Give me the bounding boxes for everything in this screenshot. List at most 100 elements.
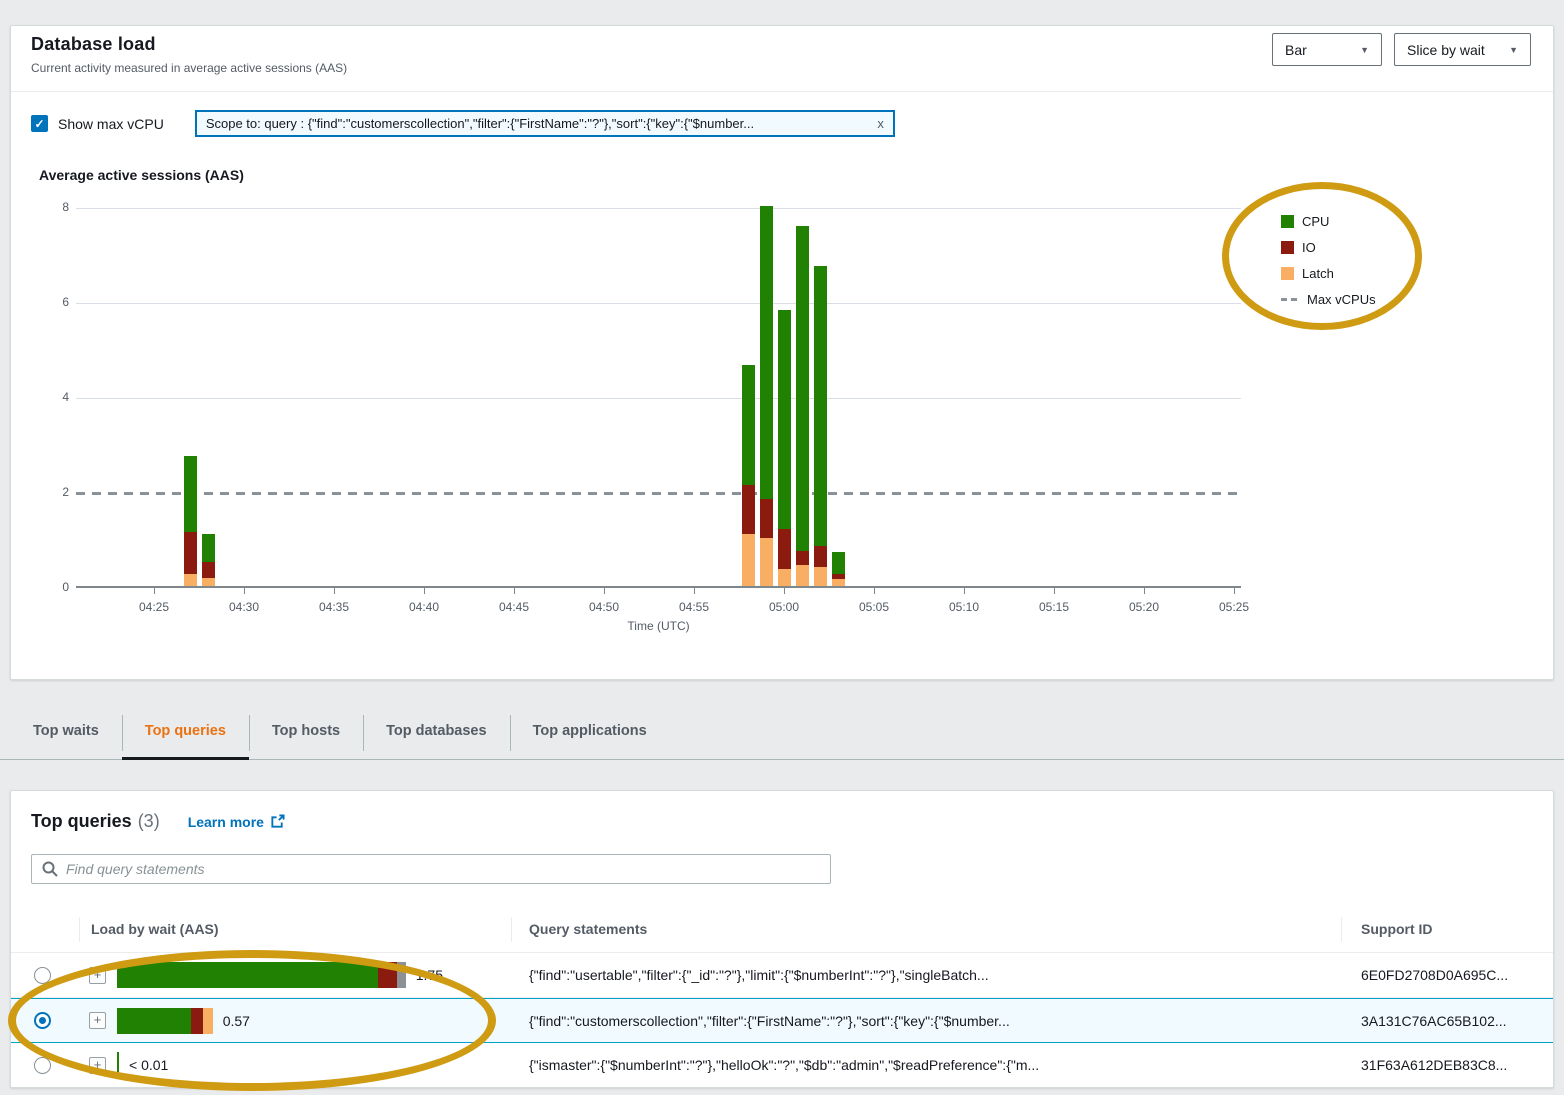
x-tick-mark (784, 588, 785, 594)
expand-row-icon[interactable]: + (89, 1012, 106, 1029)
x-tick-mark (244, 588, 245, 594)
y-tick-label: 0 (41, 580, 69, 594)
x-tick-mark (154, 588, 155, 594)
support-id: 6E0FD2708D0A695C... (1341, 967, 1553, 983)
table-row[interactable]: + < 0.01 {"ismaster":{"$numberInt":"?"},… (11, 1043, 1553, 1088)
chart-bar-segment[interactable] (202, 562, 215, 578)
chart-bar-segment[interactable] (742, 534, 755, 586)
search-icon (42, 861, 58, 877)
x-tick-mark (424, 588, 425, 594)
show-max-vcpu-checkbox[interactable]: ✓ (31, 115, 48, 132)
legend-item: Max vCPUs (1281, 292, 1376, 306)
scope-filter-text: Scope to: query : {"find":"customerscoll… (206, 116, 870, 131)
chart-bar-segment[interactable] (202, 578, 215, 586)
chart-bar-segment[interactable] (814, 546, 827, 567)
chart-bar-segment[interactable] (202, 534, 215, 562)
dashed-line-icon (1281, 298, 1301, 301)
tab-label: Top queries (145, 723, 226, 739)
show-max-vcpu-label: Show max vCPU (58, 116, 164, 132)
max-vcpus-line (76, 492, 1241, 495)
table-row[interactable]: + 1.75 {"find":"usertable","filter":{"_i… (11, 953, 1553, 998)
chart-bar-segment[interactable] (796, 565, 809, 586)
y-tick-label: 8 (41, 200, 69, 214)
legend-label: Latch (1302, 266, 1334, 281)
legend-label: CPU (1302, 214, 1329, 229)
query-statement[interactable]: {"find":"customerscollection","filter":{… (529, 1013, 1010, 1029)
chart-bar-segment[interactable] (742, 485, 755, 534)
chart-type-select[interactable]: Bar ▼ (1272, 33, 1382, 66)
load-bar-segment-latch (203, 1008, 213, 1034)
tab-top-waits[interactable]: Top waits (10, 700, 122, 759)
chart-bar-segment[interactable] (814, 567, 827, 586)
top-queries-panel: Top queries (3) Learn more Load by wait … (10, 790, 1554, 1088)
x-tick-mark (604, 588, 605, 594)
slice-by-select-value: Slice by wait (1407, 42, 1485, 58)
chart-bar-segment[interactable] (742, 365, 755, 485)
legend-item: CPU (1281, 214, 1376, 228)
chart-bar-segment[interactable] (796, 226, 809, 551)
chart-bar-segment[interactable] (778, 310, 791, 529)
tab-top-queries[interactable]: Top queries (122, 700, 249, 759)
expand-row-icon[interactable]: + (89, 967, 106, 984)
chart-bar-segment[interactable] (832, 579, 845, 586)
chart-bar-segment[interactable] (814, 266, 827, 546)
row-radio[interactable] (34, 1057, 51, 1074)
dismiss-filter-icon[interactable]: x (877, 116, 884, 131)
load-bar-segment-cpu (117, 1008, 191, 1034)
table-row[interactable]: + 0.57 {"find":"customerscollection","fi… (11, 998, 1553, 1043)
cpu-legend-swatch-icon (1281, 215, 1294, 228)
chart-bar-segment[interactable] (184, 574, 197, 586)
query-statement[interactable]: {"ismaster":{"$numberInt":"?"},"helloOk"… (529, 1057, 1039, 1073)
top-queries-count: (3) (138, 811, 160, 832)
row-radio[interactable] (34, 967, 51, 984)
x-tick-label: 04:50 (574, 600, 634, 614)
x-tick-label: 05:10 (934, 600, 994, 614)
row-radio[interactable] (34, 1012, 51, 1029)
chart-bar-segment[interactable] (796, 551, 809, 565)
chart-type-select-value: Bar (1285, 42, 1307, 58)
load-value: < 0.01 (129, 1057, 168, 1073)
chart-bar-segment[interactable] (778, 569, 791, 586)
x-tick-label: 04:40 (394, 600, 454, 614)
top-queries-title: Top queries (31, 811, 132, 832)
chart-bar-segment[interactable] (184, 456, 197, 532)
x-tick-mark (964, 588, 965, 594)
support-id: 3A131C76AC65B102... (1341, 1013, 1553, 1029)
chart-bar-segment[interactable] (184, 532, 197, 574)
x-tick-label: 05:20 (1114, 600, 1174, 614)
learn-more-link[interactable]: Learn more (188, 814, 285, 830)
query-statement[interactable]: {"find":"usertable","filter":{"_id":"?"}… (529, 967, 989, 983)
tab-top-applications[interactable]: Top applications (510, 700, 670, 759)
load-bar-segment-io (191, 1008, 203, 1034)
x-tick-mark (1144, 588, 1145, 594)
chevron-down-icon: ▼ (1509, 45, 1518, 55)
load-bar-segment-io (378, 962, 398, 988)
slice-by-select[interactable]: Slice by wait ▼ (1394, 33, 1531, 66)
tab-top-databases[interactable]: Top databases (363, 700, 509, 759)
gridline (76, 303, 1241, 304)
x-tick-label: 05:05 (844, 600, 904, 614)
tab-label: Top hosts (272, 723, 340, 739)
chart-bar-segment[interactable] (760, 206, 773, 499)
chart-bar-segment[interactable] (760, 499, 773, 538)
x-tick-label: 04:25 (124, 600, 184, 614)
gridline (76, 208, 1241, 209)
chart-bar-segment[interactable] (832, 552, 845, 574)
external-link-icon (270, 814, 285, 829)
chart-bar-segment[interactable] (760, 538, 773, 586)
gridline (76, 398, 1241, 399)
top-queries-table: Load by wait (AAS) Query statements Supp… (11, 906, 1553, 1088)
legend-item: IO (1281, 240, 1376, 254)
chart-bar-segment[interactable] (832, 574, 845, 579)
support-id: 31F63A612DEB83C8... (1341, 1057, 1553, 1073)
legend-label: Max vCPUs (1307, 292, 1376, 307)
x-tick-mark (334, 588, 335, 594)
search-input[interactable] (66, 861, 820, 877)
chart-title: Average active sessions (AAS) (39, 167, 244, 183)
x-tick-mark (694, 588, 695, 594)
load-bar-segment-cpu (117, 1052, 119, 1078)
tab-top-hosts[interactable]: Top hosts (249, 700, 363, 759)
legend-label: IO (1302, 240, 1316, 255)
chart-bar-segment[interactable] (778, 529, 791, 569)
expand-row-icon[interactable]: + (89, 1057, 106, 1074)
